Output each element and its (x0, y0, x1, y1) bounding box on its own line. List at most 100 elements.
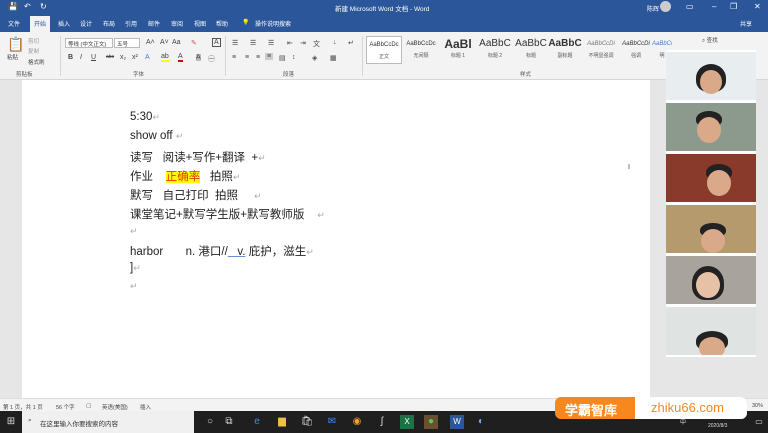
asian-layout-icon[interactable]: 文 (313, 39, 320, 49)
zoom-level[interactable]: 30% (752, 403, 763, 409)
share-button[interactable]: 共享 (740, 19, 752, 28)
change-case-icon[interactable]: Aa (172, 39, 181, 46)
sort-icon[interactable]: ↓ (333, 39, 337, 46)
tab-design[interactable]: 设计 (80, 19, 92, 28)
excel-icon[interactable]: X (400, 415, 414, 429)
tab-review[interactable]: 审阅 (171, 19, 183, 28)
participant-video[interactable] (666, 103, 756, 151)
bullets-icon[interactable]: ☰ (232, 39, 238, 47)
style-normal[interactable]: AaBbCcDc 正文 (366, 36, 402, 64)
wechat-icon[interactable]: ● (424, 415, 438, 429)
watermark-text: 学霸智库 (565, 403, 618, 418)
participant-video[interactable] (666, 154, 756, 202)
clock-date[interactable]: 2020/8/3 (708, 423, 727, 429)
cortana-icon[interactable]: ○ (203, 415, 217, 429)
browser-icon[interactable]: ◉ (350, 415, 364, 429)
notification-icon[interactable]: ▭ (752, 415, 766, 429)
cut-button[interactable]: 剪切 (28, 37, 39, 45)
tab-home[interactable]: 开始 (30, 16, 51, 32)
grow-font-icon[interactable]: A˄ (146, 39, 155, 46)
multilevel-list-icon[interactable]: ☰ (268, 39, 274, 47)
meeting-app-icon[interactable]: ◐ (474, 415, 488, 429)
enclose-char-icon[interactable]: ㊀ (208, 54, 215, 64)
tab-insert[interactable]: 插入 (58, 19, 70, 28)
edge-icon[interactable]: e (250, 415, 264, 429)
tab-file[interactable]: 文件 (8, 19, 20, 28)
line-spacing-icon[interactable]: ↕ (292, 54, 296, 61)
restore-button[interactable]: ❐ (730, 2, 737, 11)
style-no-spacing[interactable]: AaBbCcDc 无间隔 (403, 36, 439, 64)
proofing-icon[interactable]: ▢ (86, 403, 91, 409)
superscript-icon[interactable]: x² (132, 54, 138, 61)
word-icon[interactable]: W (450, 415, 464, 429)
style-title[interactable]: AaBbC 标题 (513, 36, 549, 64)
tell-me-search[interactable]: 操作说明搜索 (255, 19, 291, 28)
paste-icon[interactable]: 📋 (7, 36, 24, 53)
justify-icon[interactable]: ≡ (265, 53, 274, 60)
copy-button[interactable]: 复制 (28, 47, 39, 55)
increase-indent-icon[interactable]: ⇥ (300, 39, 306, 47)
participant-video[interactable] (666, 205, 756, 253)
strikethrough-icon[interactable]: abc (106, 54, 114, 60)
tab-layout[interactable]: 布局 (103, 19, 115, 28)
align-right-icon[interactable]: ≡ (256, 54, 260, 61)
file-explorer-icon[interactable]: ▆ (275, 415, 289, 429)
undo-icon[interactable]: ↶ (24, 2, 31, 11)
language-indicator[interactable]: 英语(美国) (102, 403, 128, 411)
decrease-indent-icon[interactable]: ⇤ (287, 39, 293, 47)
store-icon[interactable]: 🛍 (300, 415, 314, 429)
search-icon: ⌕ (28, 417, 32, 424)
clear-format-icon[interactable]: ✎ (191, 39, 197, 47)
style-heading-1[interactable]: AaBl 标题 1 (440, 36, 476, 64)
font-color-icon[interactable]: A (178, 53, 183, 62)
style-subtitle[interactable]: AaBbC 副标题 (547, 36, 583, 64)
tab-view[interactable]: 视图 (194, 19, 206, 28)
borders-icon[interactable]: ▦ (330, 54, 337, 62)
underline-icon[interactable]: U (91, 54, 96, 61)
document-page[interactable]: 5:30↵ show off ↵ 读写 阅读+写作+翻译 +↵ 作业 正确率 拍… (22, 80, 650, 398)
windows-start-icon[interactable]: ⊞ (4, 415, 18, 429)
show-marks-icon[interactable]: ↵ (348, 39, 354, 47)
font-name-select[interactable]: 等线 (中文正文) (65, 38, 113, 48)
minimize-button[interactable]: – (712, 2, 716, 11)
ribbon-display-icon[interactable]: ▭ (686, 2, 694, 11)
word-count[interactable]: 56 个字 (56, 403, 75, 411)
close-button[interactable]: ✕ (754, 2, 761, 11)
subscript-icon[interactable]: x₂ (120, 54, 126, 61)
align-center-icon[interactable]: ≡ (245, 54, 249, 61)
distributed-icon[interactable]: ▤ (279, 54, 286, 62)
participant-video[interactable] (666, 256, 756, 304)
align-left-icon[interactable]: ≡ (232, 54, 236, 61)
redo-icon[interactable]: ↻ (40, 2, 47, 11)
save-icon[interactable]: 💾 (8, 2, 18, 11)
font-size-select[interactable]: 五号 (114, 38, 140, 48)
mail-icon[interactable]: ✉ (325, 415, 339, 429)
avatar[interactable] (660, 1, 671, 12)
participant-video[interactable] (666, 52, 756, 100)
tab-references[interactable]: 引用 (125, 19, 137, 28)
bold-icon[interactable]: B (68, 54, 73, 61)
numbering-icon[interactable]: ☰ (250, 39, 256, 47)
participant-video[interactable] (666, 307, 756, 355)
page-count[interactable]: 第 1 页，共 1 页 (3, 403, 43, 411)
italic-icon[interactable]: I (80, 54, 82, 61)
insert-mode[interactable]: 插入 (140, 403, 151, 411)
video-participants-panel (666, 50, 756, 357)
shading-icon[interactable]: ◈ (312, 54, 317, 62)
taskbar-search[interactable]: ⌕ 在这里输入你要搜索的内容 (22, 411, 194, 433)
shrink-font-icon[interactable]: A˅ (160, 39, 169, 46)
char-border-icon[interactable]: A (212, 38, 221, 47)
highlight-icon[interactable]: ab (161, 53, 169, 62)
format-painter-button[interactable]: 格式刷 (28, 58, 45, 66)
tab-help[interactable]: 帮助 (216, 19, 228, 28)
style-subtle-emphasis[interactable]: AaBbCcDi 不明显强调 (583, 36, 619, 64)
task-view-icon[interactable]: ⧉ (222, 415, 236, 429)
app-icon[interactable]: ʃ (375, 415, 389, 429)
find-button[interactable]: ⌕ 查找 (702, 36, 718, 45)
text-effects-icon[interactable]: A (145, 54, 150, 61)
tab-mailings[interactable]: 邮件 (148, 19, 160, 28)
style-emphasis[interactable]: AaBbCcDi 强调 (618, 36, 654, 64)
char-shading-icon[interactable]: A (196, 54, 201, 61)
paste-button[interactable]: 粘贴 (7, 53, 18, 61)
style-heading-2[interactable]: AaBbC 标题 2 (477, 36, 513, 64)
